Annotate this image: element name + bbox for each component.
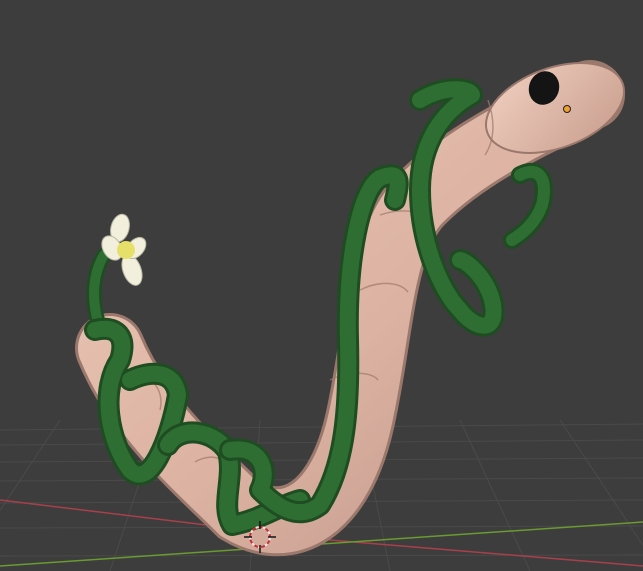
viewport-scene[interactable] [0,0,643,571]
flower-object[interactable] [98,212,150,288]
worm-object[interactable] [75,46,636,557]
3d-viewport[interactable] [0,0,643,571]
object-origin-icon[interactable] [563,105,571,113]
